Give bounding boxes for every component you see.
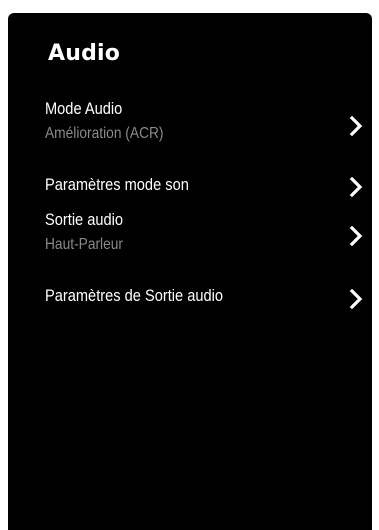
menu-item-value: Haut-Parleur xyxy=(45,236,124,253)
audio-menu-panel: Audio Mode Audio Amélioration (ACR) Para… xyxy=(8,13,372,530)
menu-item-sound-mode-settings[interactable]: Paramètres mode son xyxy=(45,175,363,199)
menu-title: Audio xyxy=(48,41,121,66)
menu-item-label: Sortie audio xyxy=(45,210,124,229)
menu-item-label: Paramètres mode son xyxy=(45,175,189,194)
chevron-right-icon xyxy=(349,116,363,136)
menu-item-value: Amélioration (ACR) xyxy=(45,125,164,142)
menu-item-label: Mode Audio xyxy=(45,99,123,118)
chevron-right-icon xyxy=(349,177,363,197)
menu-item-audio-output[interactable]: Sortie audio Haut-Parleur xyxy=(45,210,363,264)
menu-item-mode-audio[interactable]: Mode Audio Amélioration (ACR) xyxy=(45,99,363,153)
menu-item-audio-output-settings[interactable]: Paramètres de Sortie audio xyxy=(45,286,363,310)
menu-item-label: Paramètres de Sortie audio xyxy=(45,286,223,305)
chevron-right-icon xyxy=(349,226,363,246)
chevron-right-icon xyxy=(349,289,363,309)
